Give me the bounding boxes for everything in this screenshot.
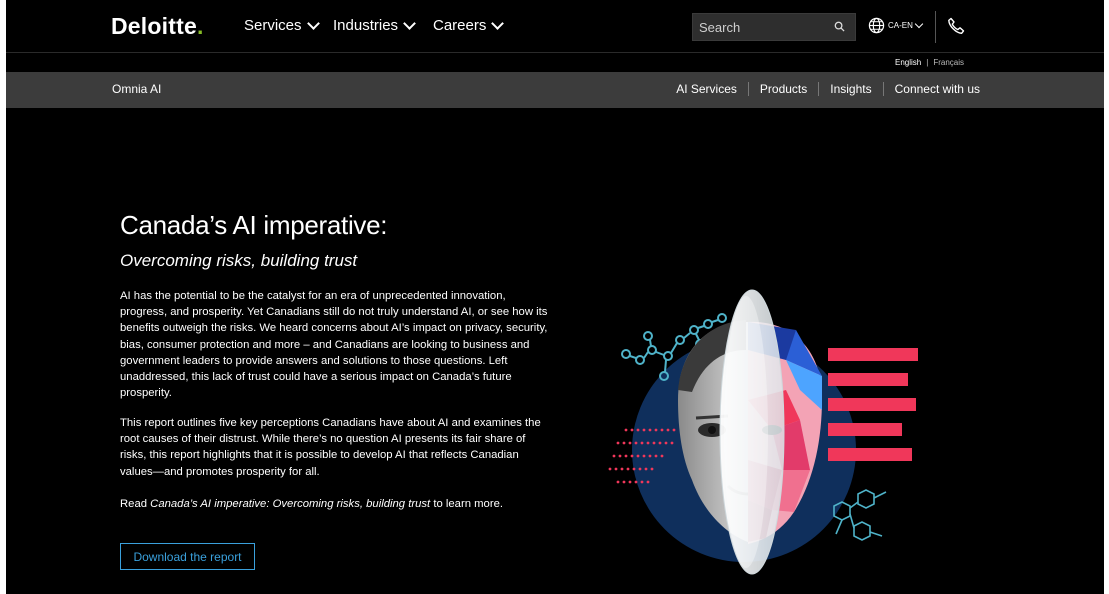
top-nav: Deloitte. Services Industries Careers Se… (6, 0, 1104, 52)
download-report-button[interactable]: Download the report (120, 543, 255, 570)
locale-selector[interactable]: CA-EN (868, 17, 924, 34)
phone-icon[interactable] (946, 16, 966, 36)
sub-nav: Omnia AI AI Services Products Insights C… (6, 72, 1104, 108)
chevron-down-icon (914, 19, 924, 29)
lang-english[interactable]: English (895, 58, 921, 67)
subnav-insights[interactable]: Insights (830, 82, 871, 96)
nav-industries[interactable]: Industries (333, 17, 416, 34)
chevron-down-icon (403, 17, 416, 30)
lang-separator: | (926, 58, 929, 67)
search-box (692, 13, 856, 41)
ai-face-illustration (608, 289, 918, 575)
report-paragraph: This report outlines five key perception… (120, 417, 541, 478)
read-more-paragraph: Read Canada’s AI imperative: Overcoming … (120, 498, 504, 510)
locale-label: CA-EN (888, 21, 913, 30)
page-subtitle: Overcoming risks, building trust (120, 251, 358, 270)
divider (818, 82, 820, 96)
nav-careers[interactable]: Careers (433, 17, 505, 34)
chevron-down-icon (306, 17, 320, 30)
nav-label: Services (244, 17, 302, 34)
page-title: Canada’s AI imperative: (120, 210, 388, 240)
subnav-brand[interactable]: Omnia AI (112, 82, 161, 96)
report-title-link[interactable]: Canada’s AI imperative: Overcoming risks… (150, 498, 430, 510)
divider (935, 11, 936, 43)
globe-icon (868, 17, 885, 34)
deloitte-logo[interactable]: Deloitte. (111, 13, 204, 40)
divider (747, 82, 749, 96)
subnav-connect[interactable]: Connect with us (895, 82, 980, 96)
language-bar: English | Français (6, 52, 1104, 73)
divider (882, 82, 884, 96)
page: Deloitte. Services Industries Careers Se… (6, 0, 1104, 594)
search-input[interactable] (693, 14, 829, 40)
chevron-down-icon (491, 17, 505, 30)
lang-french[interactable]: Français (933, 58, 964, 67)
nav-label: Careers (433, 17, 487, 34)
intro-paragraph: AI has the potential to be the catalyst … (120, 290, 548, 400)
subnav-ai-services[interactable]: AI Services (676, 82, 737, 96)
nav-label: Industries (333, 17, 399, 34)
subnav-products[interactable]: Products (760, 82, 807, 96)
nav-services[interactable]: Services (244, 17, 320, 34)
search-icon[interactable] (834, 21, 845, 32)
